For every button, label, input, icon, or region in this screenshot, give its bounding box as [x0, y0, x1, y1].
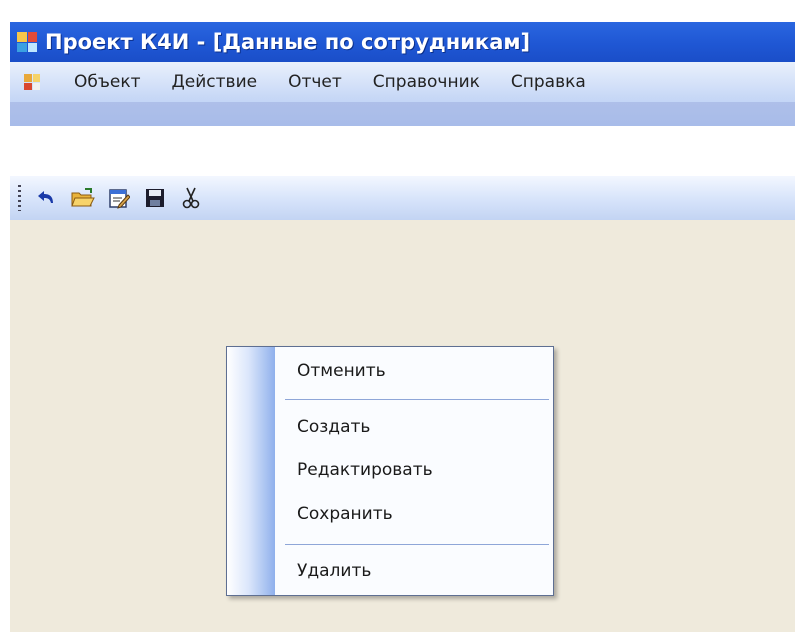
save-icon[interactable] [141, 184, 169, 212]
toolbar-grip[interactable] [18, 185, 21, 211]
menu-bar: Объект Действие Отчет Справочник Справка [10, 62, 795, 126]
context-item-save[interactable]: Сохранить [297, 504, 393, 524]
context-item-create[interactable]: Создать [297, 417, 370, 437]
menu-object[interactable]: Объект [60, 72, 158, 92]
menu-report[interactable]: Отчет [274, 72, 359, 92]
cut-icon[interactable] [177, 184, 205, 212]
menu-directory[interactable]: Справочник [359, 72, 497, 92]
undo-icon[interactable] [33, 184, 61, 212]
menu-help[interactable]: Справка [497, 72, 603, 92]
context-item-undo[interactable]: Отменить [297, 361, 386, 381]
open-folder-icon[interactable] [69, 184, 97, 212]
context-menu-icon-strip [227, 347, 275, 595]
context-separator [285, 399, 549, 400]
menu-band [10, 102, 795, 126]
menu-action[interactable]: Действие [158, 72, 275, 92]
context-separator [285, 544, 549, 545]
context-item-edit[interactable]: Редактировать [297, 460, 433, 480]
context-menu: Отменить Создать Редактировать Сохранить… [226, 346, 554, 596]
toolbar [10, 176, 795, 220]
app-window-icon [17, 32, 37, 52]
edit-icon[interactable] [105, 184, 133, 212]
context-item-delete[interactable]: Удалить [297, 561, 371, 581]
system-menu-icon[interactable] [24, 74, 40, 90]
window-title: Проект К4И - [Данные по сотрудникам] [45, 30, 531, 54]
window-title-bar[interactable]: Проект К4И - [Данные по сотрудникам] [10, 22, 795, 62]
